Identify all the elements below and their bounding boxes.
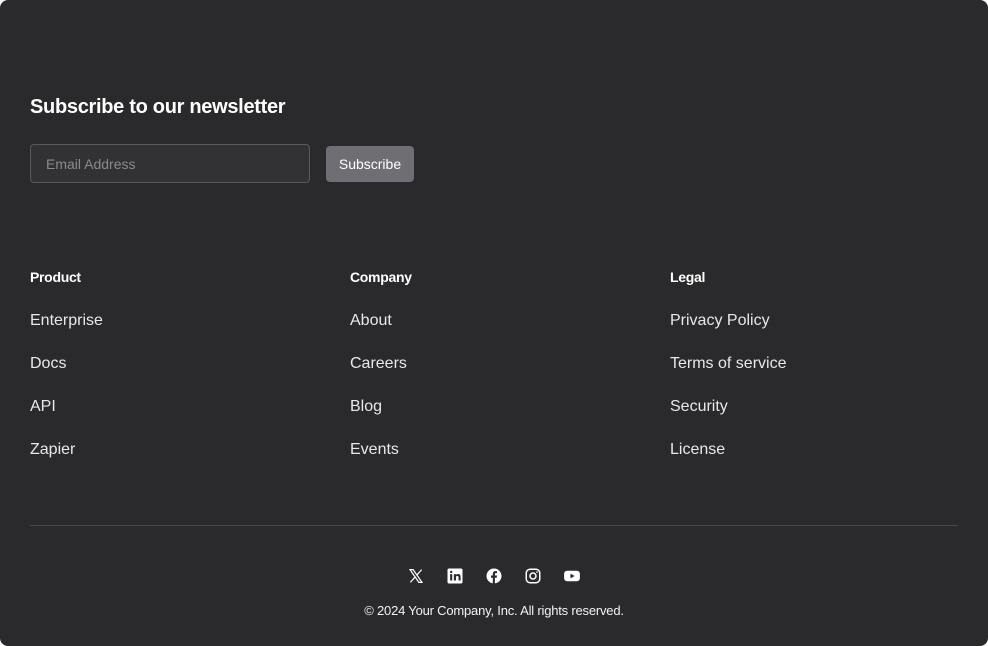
email-input[interactable]: [30, 144, 310, 183]
facebook-icon[interactable]: [484, 566, 504, 586]
footer-column-product: Product Enterprise Docs API Zapier: [30, 268, 330, 483]
youtube-icon[interactable]: [562, 566, 582, 586]
link-list: Enterprise Docs API Zapier: [30, 311, 330, 483]
link-list: About Careers Blog Events: [350, 311, 650, 483]
copyright-text: © 2024 Your Company, Inc. All rights res…: [364, 603, 624, 618]
x-icon[interactable]: [406, 566, 426, 586]
footer-link-api[interactable]: API: [30, 397, 56, 417]
footer-link-blog[interactable]: Blog: [350, 397, 382, 417]
column-heading: Legal: [670, 269, 706, 285]
link-list: Privacy Policy Terms of service Security…: [670, 311, 970, 483]
footer-divider: [30, 525, 958, 526]
footer-link-enterprise[interactable]: Enterprise: [30, 311, 103, 331]
footer-link-security[interactable]: Security: [670, 397, 728, 417]
subscribe-button[interactable]: Subscribe: [326, 146, 414, 182]
footer-link-careers[interactable]: Careers: [350, 354, 407, 374]
column-heading: Company: [350, 269, 412, 285]
footer-link-privacy-policy[interactable]: Privacy Policy: [670, 311, 770, 331]
footer-column-company: Company About Careers Blog Events: [350, 268, 650, 483]
social-links: [0, 566, 988, 586]
footer-link-zapier[interactable]: Zapier: [30, 440, 75, 460]
linkedin-icon[interactable]: [445, 566, 465, 586]
footer-link-about[interactable]: About: [350, 311, 392, 331]
footer-link-events[interactable]: Events: [350, 440, 399, 460]
footer-link-docs[interactable]: Docs: [30, 354, 66, 374]
site-footer: Subscribe to our newsletter Subscribe Pr…: [0, 0, 988, 646]
footer-link-terms-of-service[interactable]: Terms of service: [670, 354, 786, 374]
column-heading: Product: [30, 269, 81, 285]
newsletter-title: Subscribe to our newsletter: [30, 96, 286, 118]
footer-column-legal: Legal Privacy Policy Terms of service Se…: [670, 268, 970, 483]
footer-link-license[interactable]: License: [670, 440, 725, 460]
instagram-icon[interactable]: [523, 566, 543, 586]
